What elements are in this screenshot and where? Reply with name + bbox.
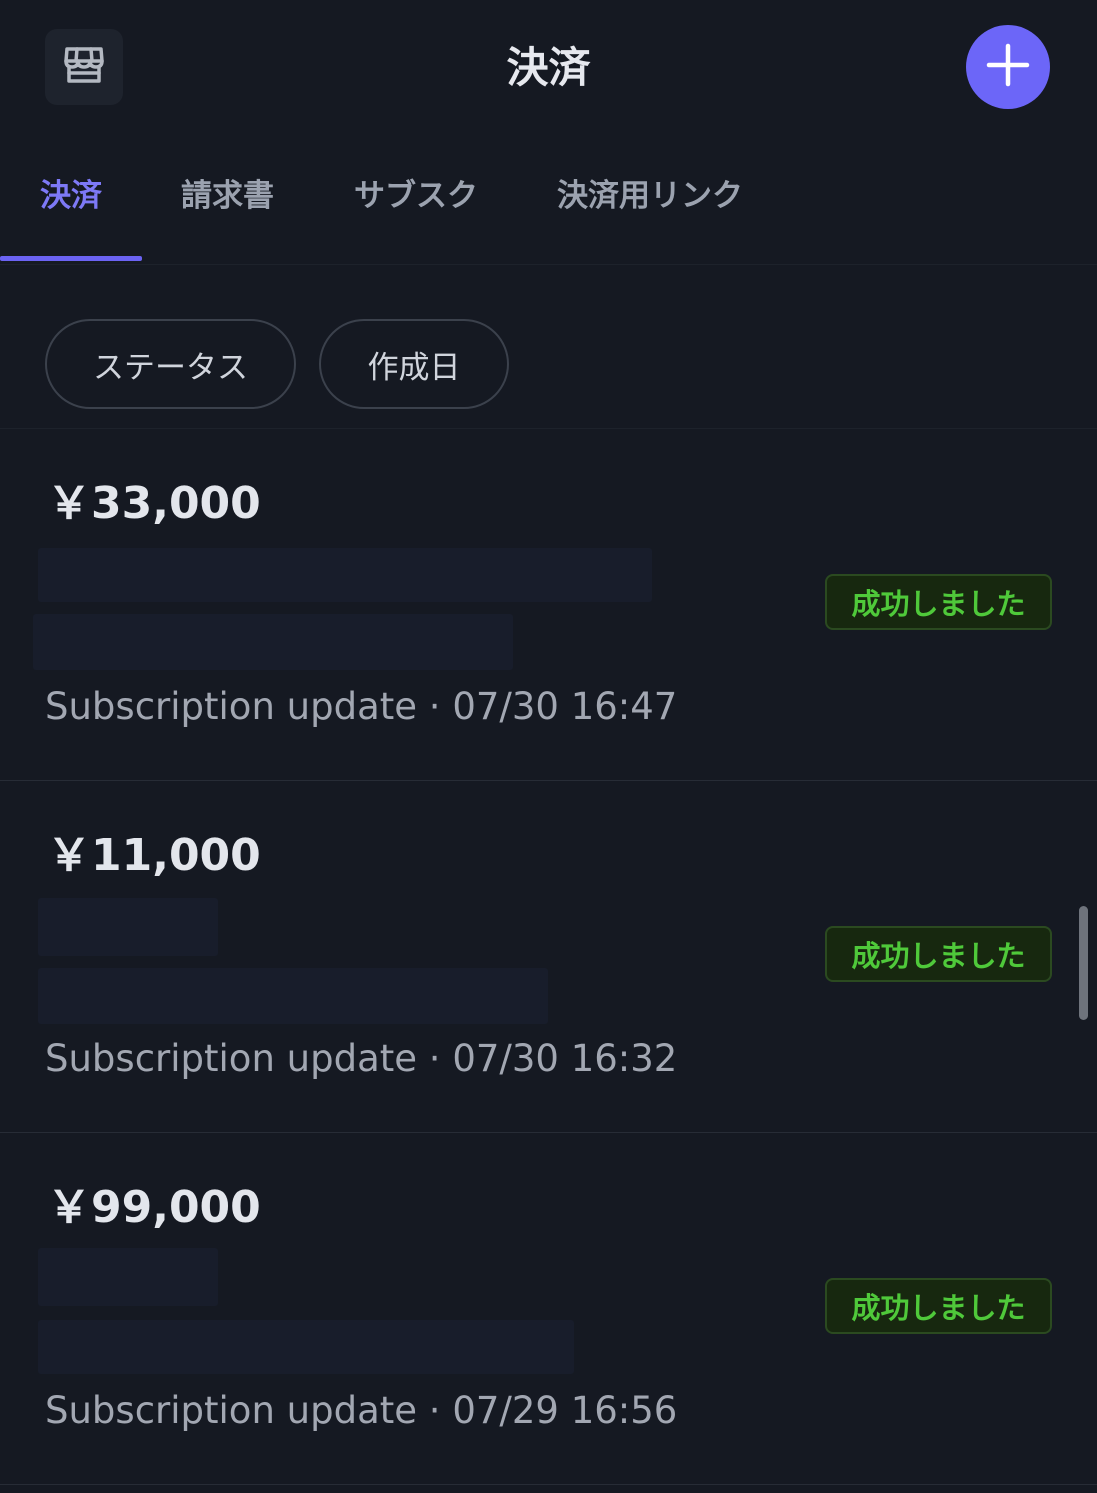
app-header: 決済 <box>0 0 1097 135</box>
status-badge: 成功しました <box>825 574 1052 630</box>
redacted-customer-email <box>33 614 513 670</box>
tab-invoices[interactable]: 請求書 <box>181 176 274 216</box>
redacted-customer-email <box>38 1320 574 1374</box>
payment-datetime: 07/30 16:47 <box>452 685 678 728</box>
active-tab-indicator <box>0 256 142 261</box>
payment-description: Subscription update <box>45 1037 418 1080</box>
status-badge: 成功しました <box>825 926 1052 982</box>
redacted-customer-info <box>38 898 218 956</box>
payment-amount: ￥11,000 <box>47 830 261 881</box>
payment-meta: Subscription update · 07/29 16:56 <box>45 1388 677 1434</box>
status-filter-chip[interactable]: ステータス <box>45 319 296 409</box>
payment-datetime: 07/30 16:32 <box>452 1037 678 1080</box>
redacted-customer-info <box>38 1248 218 1306</box>
payment-description: Subscription update <box>45 685 418 728</box>
redacted-customer-email <box>38 968 548 1024</box>
scrollbar-thumb[interactable] <box>1079 906 1088 1020</box>
payment-datetime: 07/29 16:56 <box>452 1389 678 1432</box>
payment-row[interactable]: ￥11,000 成功しました Subscription update · 07/… <box>0 780 1097 1133</box>
payment-amount: ￥33,000 <box>47 478 261 529</box>
add-payment-button[interactable] <box>966 25 1050 109</box>
payment-row[interactable]: ￥99,000 成功しました Subscription update · 07/… <box>0 1132 1097 1485</box>
payment-meta: Subscription update · 07/30 16:47 <box>45 684 677 730</box>
payment-meta: Subscription update · 07/30 16:32 <box>45 1036 677 1082</box>
page-title: 決済 <box>506 43 591 92</box>
created-date-filter-chip[interactable]: 作成日 <box>319 319 509 409</box>
tab-subscriptions[interactable]: サブスク <box>354 176 478 216</box>
meta-separator: · <box>428 685 441 728</box>
meta-separator: · <box>428 1389 441 1432</box>
status-badge: 成功しました <box>825 1278 1052 1334</box>
tab-payment-links[interactable]: 決済用リンク <box>557 176 743 216</box>
payment-description: Subscription update <box>45 1389 418 1432</box>
payment-amount: ￥99,000 <box>47 1182 261 1233</box>
meta-separator: · <box>428 1037 441 1080</box>
redacted-customer-info <box>38 548 652 602</box>
tab-bar: 決済 請求書 サブスク 決済用リンク <box>0 150 1097 265</box>
filter-bar: ステータス 作成日 <box>0 265 1097 429</box>
tab-payments[interactable]: 決済 <box>40 176 102 216</box>
plus-icon <box>985 42 1031 92</box>
payment-row[interactable]: ￥33,000 成功しました Subscription update · 07/… <box>0 428 1097 781</box>
